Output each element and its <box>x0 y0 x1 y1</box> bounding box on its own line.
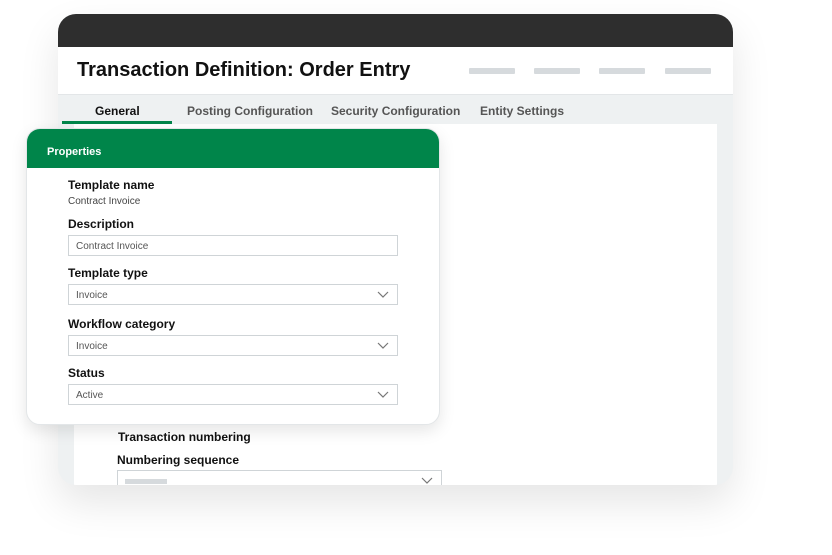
template-type-label: Template type <box>68 266 148 280</box>
description-value: Contract Invoice <box>76 241 149 252</box>
template-name-label: Template name <box>68 178 155 192</box>
header-placeholder-bar <box>599 68 645 74</box>
header-placeholder-bar <box>534 68 580 74</box>
template-name-value: Contract Invoice <box>68 196 141 207</box>
numbering-sequence-select[interactable] <box>117 470 442 485</box>
page-title: Transaction Definition: Order Entry <box>77 59 411 81</box>
chevron-down-icon <box>377 289 389 299</box>
page-header: Transaction Definition: Order Entry <box>58 47 733 95</box>
workflow-category-select[interactable]: Invoice <box>68 335 398 356</box>
properties-panel-title: Properties <box>47 146 102 158</box>
description-field[interactable]: Contract Invoice <box>68 235 398 256</box>
chevron-down-icon <box>377 340 389 350</box>
workflow-category-value: Invoice <box>76 341 108 352</box>
template-type-value: Invoice <box>76 290 108 301</box>
workflow-category-label: Workflow category <box>68 317 176 331</box>
window-titlebar <box>58 14 733 47</box>
status-label: Status <box>68 366 105 380</box>
status-select[interactable]: Active <box>68 384 398 405</box>
tab-security-configuration[interactable]: Security Configuration <box>331 104 460 118</box>
tab-posting-configuration[interactable]: Posting Configuration <box>187 104 313 118</box>
header-placeholder-bar <box>665 68 711 74</box>
description-label: Description <box>68 217 135 231</box>
properties-panel: Properties Template name Contract Invoic… <box>26 128 440 425</box>
select-placeholder-bar <box>125 479 167 484</box>
chevron-down-icon <box>421 475 433 485</box>
template-type-select[interactable]: Invoice <box>68 284 398 305</box>
tab-entity-settings[interactable]: Entity Settings <box>480 104 564 118</box>
status-value: Active <box>76 390 104 401</box>
chevron-down-icon <box>377 389 389 399</box>
tab-general[interactable]: General <box>95 104 140 118</box>
header-placeholder-bar <box>469 68 515 74</box>
numbering-sequence-label: Numbering sequence <box>117 453 240 467</box>
properties-panel-header: Properties <box>27 129 439 168</box>
section-heading-transaction-numbering: Transaction numbering <box>118 430 251 444</box>
